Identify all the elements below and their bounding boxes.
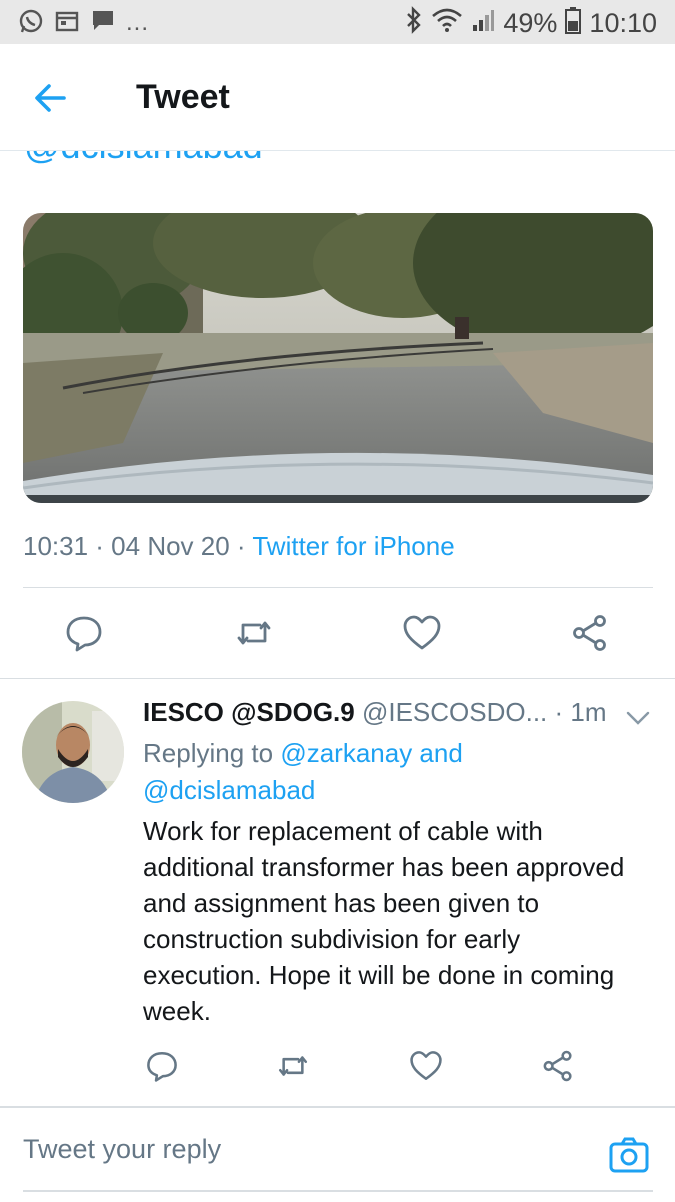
bluetooth-icon: [405, 6, 423, 41]
more-notifications: ...: [126, 8, 150, 36]
tweet-menu-button[interactable]: [624, 704, 652, 732]
reply-button[interactable]: [145, 1049, 179, 1083]
reply-button[interactable]: [64, 613, 104, 653]
share-button[interactable]: [541, 1049, 575, 1083]
mention-link[interactable]: @dcislamabad: [24, 151, 263, 167]
share-icon: [543, 1050, 572, 1082]
reply-input[interactable]: [23, 1134, 563, 1165]
retweet-button[interactable]: [234, 613, 274, 653]
tweet-source-link[interactable]: Twitter for iPhone: [252, 531, 454, 561]
camera-icon: [609, 1137, 649, 1173]
replying-to-label: Replying to: [143, 738, 274, 768]
retweet-icon: [237, 621, 271, 645]
page-title: Tweet: [136, 78, 230, 116]
app-bar: Tweet: [0, 44, 675, 151]
reply-icon: [147, 1051, 177, 1082]
clock: 10:10: [589, 8, 657, 38]
share-button[interactable]: [570, 613, 610, 653]
like-button[interactable]: [409, 1049, 443, 1083]
avatar[interactable]: [22, 701, 124, 803]
heart-icon: [410, 1051, 442, 1081]
tweet-timestamp: 10:31 · 04 Nov 20 ·: [23, 531, 246, 561]
reply-text: Work for replacement of cable with addit…: [143, 816, 625, 1026]
signal-icon: [471, 7, 495, 40]
tweet-photo[interactable]: [23, 213, 653, 503]
divider: [0, 678, 675, 679]
whatsapp-icon: [18, 8, 44, 39]
divider: [23, 1190, 653, 1192]
status-notifications: ...: [18, 8, 149, 39]
reply-handle[interactable]: @IESCOSDO...: [362, 697, 547, 727]
back-button[interactable]: [30, 78, 70, 118]
tweet-actions: [0, 589, 675, 679]
replying-to: Replying to @zarkanay and @dcislamabad: [143, 735, 643, 809]
retweet-button[interactable]: [276, 1049, 310, 1083]
back-arrow-icon: [35, 84, 66, 112]
calendar-icon: [54, 8, 80, 39]
message-icon: [90, 8, 116, 39]
reply-composer: [0, 1106, 675, 1202]
heart-icon: [403, 615, 441, 650]
like-button[interactable]: [402, 613, 442, 653]
share-icon: [573, 615, 606, 651]
user-avatar-image: [22, 701, 124, 803]
reply-header: IESCO @SDOG.9 @IESCOSDO... · 1m: [143, 697, 607, 728]
tweet-meta: 10:31 · 04 Nov 20 · Twitter for iPhone: [23, 531, 455, 562]
camera-button[interactable]: [608, 1134, 650, 1176]
battery-percent: 49%: [503, 8, 558, 38]
road-photo-image: [23, 213, 653, 503]
reply-time: · 1m: [554, 697, 607, 727]
retweet-icon: [278, 1056, 308, 1076]
battery-icon: [565, 6, 582, 41]
status-bar: ... 49% 10:10: [0, 0, 675, 44]
mention-link[interactable]: @dcislamabad: [143, 775, 315, 805]
divider: [23, 587, 653, 588]
reply-display-name[interactable]: IESCO @SDOG.9: [143, 697, 355, 727]
reply-icon: [66, 616, 102, 652]
status-system: 49% 10:10: [405, 6, 657, 41]
chevron-down-icon: [626, 711, 650, 725]
wifi-icon: [431, 7, 463, 40]
tweet-detail: @dcislamabad: [0, 151, 675, 1106]
mention-link[interactable]: @zarkanay and: [280, 738, 463, 768]
